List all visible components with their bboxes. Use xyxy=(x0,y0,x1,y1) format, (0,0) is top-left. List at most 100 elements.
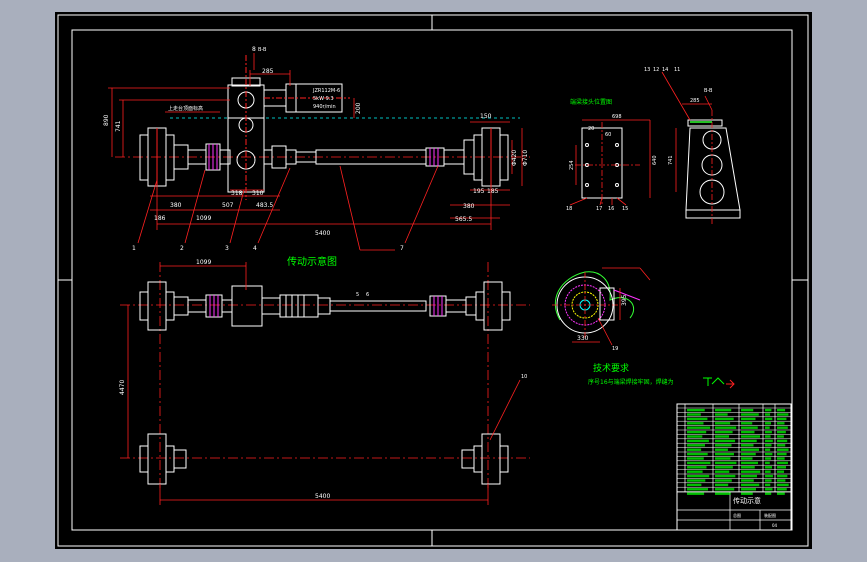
bom-cell-mark xyxy=(741,474,757,478)
bom-cell-mark xyxy=(765,470,771,473)
bom-cell-mark xyxy=(777,457,785,460)
bom-cell-mark xyxy=(765,426,770,429)
bom-cell-mark xyxy=(687,408,705,412)
detail-a-dim-640: 640 xyxy=(652,155,658,165)
title-label-general: 总图 xyxy=(733,512,741,518)
bom-cell-mark xyxy=(687,422,704,425)
bom-cell-mark xyxy=(765,483,771,487)
bom-cell-mark xyxy=(715,417,734,421)
bom-cell-mark xyxy=(777,426,788,429)
elevation-title: 传动示意图 xyxy=(287,255,337,268)
motor-spec-line-3: 940r/min xyxy=(313,104,336,110)
callout-3: 3 xyxy=(225,245,229,252)
bom-cell-mark xyxy=(741,426,758,429)
side-callout-12: 12 xyxy=(653,67,659,73)
bom-cell-mark xyxy=(777,466,786,469)
motor-spec-line-2: 5kW 9.3 xyxy=(313,96,334,102)
bom-cell-mark xyxy=(777,422,785,425)
bom-cell-mark xyxy=(741,461,758,465)
plan-callout-10: 10 xyxy=(521,374,527,380)
bom-cell-mark xyxy=(715,474,736,478)
bom-cell-mark xyxy=(765,413,771,416)
bom-cell-mark xyxy=(687,466,707,469)
plan-dim-5400: 5400 xyxy=(315,493,330,500)
bom-cell-mark xyxy=(687,413,701,416)
side-dim-285: 285 xyxy=(690,98,700,104)
bom-cell-mark xyxy=(715,457,731,460)
bom-cell-mark xyxy=(741,483,760,487)
title-bottom-code: 04 xyxy=(772,523,778,528)
bom-cell-mark xyxy=(765,466,772,469)
bom-cell-mark xyxy=(777,408,786,412)
detail-a-dim-20: 20 xyxy=(588,126,594,132)
bom-cell-mark xyxy=(765,457,772,460)
bom-cell-mark xyxy=(765,422,771,425)
detail-c-dim-395: 395 xyxy=(621,294,628,306)
bom-cell-mark xyxy=(741,492,753,495)
bom-cell-mark xyxy=(687,470,703,473)
plan-callout-6: 6 xyxy=(366,292,369,298)
dim-right-200: 200 xyxy=(355,102,362,114)
detail-a-dim-60: 60 xyxy=(605,132,611,138)
bom-cell-mark xyxy=(687,474,710,478)
dim-phi710: Φ710 xyxy=(522,150,529,166)
bom-cell-mark xyxy=(777,448,789,451)
detail-c-dim-330: 330 xyxy=(577,335,589,342)
bom-cell-mark xyxy=(715,492,731,495)
bom-cell-mark xyxy=(741,422,753,425)
bom-cell-mark xyxy=(765,430,772,434)
dim-310: 310 xyxy=(252,190,264,197)
bom-cell-mark xyxy=(715,466,733,469)
bom-cell-mark xyxy=(715,430,733,434)
bom-cell-mark xyxy=(777,470,785,473)
detail-a-callout-16: 16 xyxy=(608,206,614,212)
dim-483-5: 483.5 xyxy=(256,202,273,209)
dim-380-right: 380 xyxy=(463,203,475,210)
bom-cell-mark xyxy=(741,435,760,438)
motor-spec-line-1: JZR112M-6 xyxy=(312,88,340,94)
bom-cell-mark xyxy=(741,413,759,416)
title-label-assembly: 装配图 xyxy=(764,512,776,518)
detail-a-callout-18: 18 xyxy=(566,206,572,212)
bom-cell-mark xyxy=(715,448,728,451)
dim-318: 318 xyxy=(231,190,243,197)
bom-cell-mark xyxy=(777,479,786,482)
bom-cell-mark xyxy=(765,474,773,478)
side-callout-14: 14 xyxy=(662,67,668,73)
detail-a-title: 端梁接头位置图 xyxy=(570,98,612,106)
dim-195: 195 xyxy=(473,188,485,195)
detail-a-dim-254: 254 xyxy=(569,160,575,170)
section-label-bb: B-B xyxy=(258,47,267,53)
bom-cell-mark xyxy=(777,492,785,495)
dim-total-5400: 5400 xyxy=(315,230,330,237)
bom-cell-mark xyxy=(777,435,784,438)
bom-cell-mark xyxy=(715,479,732,482)
plan-callout-5: 5 xyxy=(356,292,359,298)
dim-507: 507 xyxy=(222,202,234,209)
dim-top-285: 285 xyxy=(262,68,274,75)
bom-cell-mark xyxy=(741,466,755,469)
bom-cell-mark xyxy=(687,448,702,451)
cad-viewport[interactable]: JZR112M-6 5kW 9.3 940r/min 285 890 741 2… xyxy=(0,0,867,562)
plan-dim-4470: 4470 xyxy=(119,380,126,395)
note-top-surface: 上走台顶面标高 xyxy=(168,105,203,112)
bom-cell-mark xyxy=(777,444,786,447)
bom-cell-mark xyxy=(687,435,703,438)
bom-cell-mark xyxy=(715,408,732,412)
title-drawing-name: 传动示意 xyxy=(733,496,761,505)
bom-cell-mark xyxy=(715,470,730,473)
dim-phi420: Φ420 xyxy=(511,150,518,166)
dim-1099: 1099 xyxy=(196,215,211,222)
bom-cell-mark xyxy=(777,417,787,421)
callout-4: 4 xyxy=(253,245,257,252)
bom-cell-mark xyxy=(687,452,708,456)
bom-cell-mark xyxy=(741,439,757,443)
bom-cell-mark xyxy=(741,457,753,460)
bom-cell-mark xyxy=(715,488,735,491)
bom-cell-mark xyxy=(715,439,736,443)
bom-cell-mark xyxy=(741,417,756,421)
bom-cell-mark xyxy=(741,430,755,434)
bom-cell-mark xyxy=(687,444,705,447)
bom-cell-mark xyxy=(777,483,789,487)
bom-cell-mark xyxy=(715,422,731,425)
